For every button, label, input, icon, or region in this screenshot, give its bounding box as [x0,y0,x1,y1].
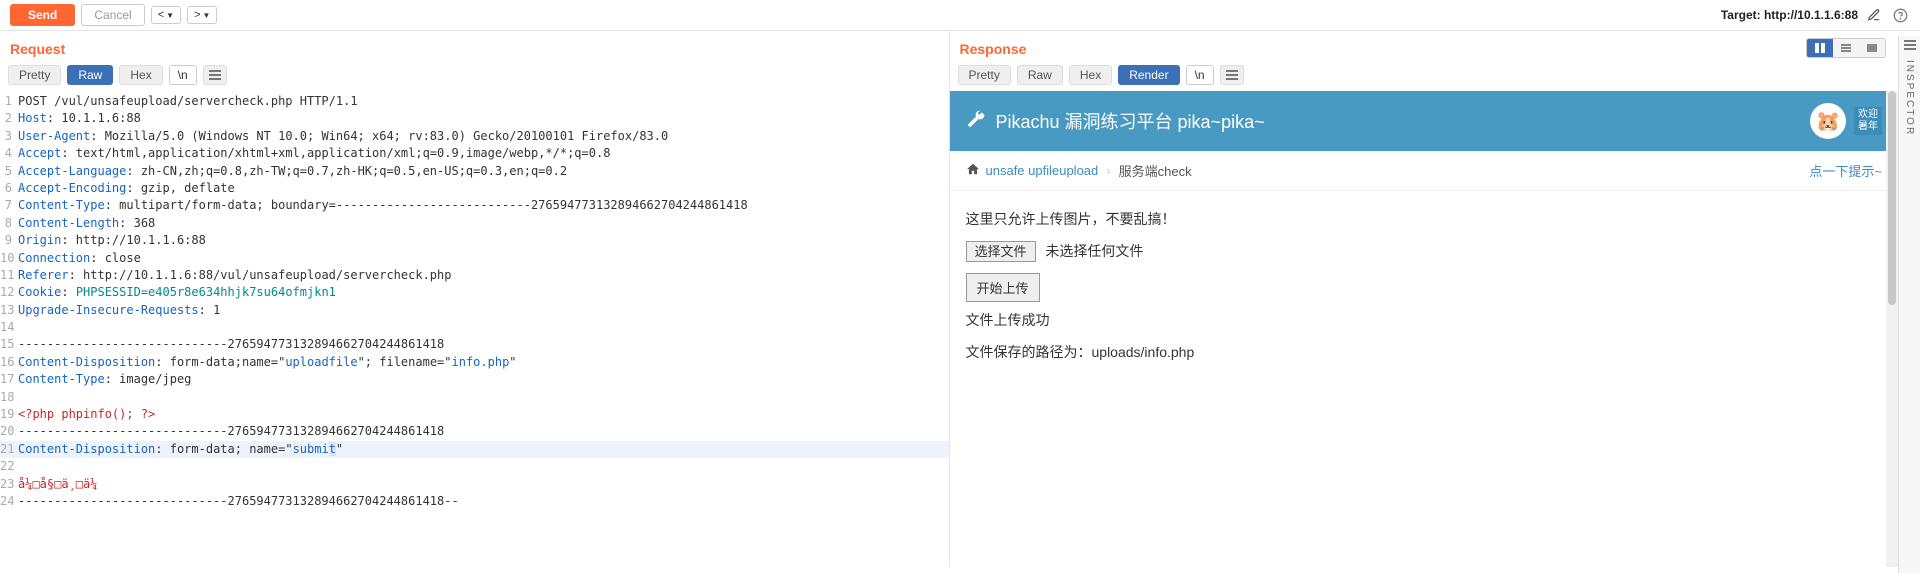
code-line[interactable]: 5Accept-Language: zh-CN,zh;q=0.8,zh-TW;q… [0,163,949,180]
code-line[interactable]: 3User-Agent: Mozilla/5.0 (Windows NT 10.… [0,128,949,145]
code-line[interactable]: 20-----------------------------276594773… [0,423,949,440]
send-button[interactable]: Send [10,4,75,26]
code-line[interactable]: 19<?php phpinfo(); ?> [0,406,949,423]
cancel-button[interactable]: Cancel [81,4,144,26]
code-line[interactable]: 17Content-Type: image/jpeg [0,371,949,388]
response-title: Response [950,31,1037,65]
tab-raw[interactable]: Raw [1017,65,1063,85]
response-menu-icon[interactable] [1220,65,1244,85]
code-line[interactable]: 14 [0,319,949,336]
history-back-button[interactable]: <▼ [151,6,181,24]
code-line[interactable]: 16Content-Disposition: form-data;name="u… [0,354,949,371]
layout-toggle[interactable] [1806,38,1886,58]
layout-single-icon[interactable] [1859,39,1885,57]
response-panel: Response Pretty Raw Hex Render \n [950,30,1920,567]
request-body[interactable]: 1POST /vul/unsafeupload/servercheck.php … [0,91,949,567]
app-header: Pikachu 漏洞练习平台 pika~pika~ 🐹 欢迎暑年 [950,91,1899,151]
code-line[interactable]: 6Accept-Encoding: gzip, deflate [0,180,949,197]
success-text: 文件上传成功 [966,310,1883,330]
tab-pretty[interactable]: Pretty [8,65,61,85]
code-line[interactable]: 9Origin: http://10.1.1.6:88 [0,232,949,249]
request-tabs: Pretty Raw Hex \n [0,65,949,91]
code-line[interactable]: 11Referer: http://10.1.1.6:88/vul/unsafe… [0,267,949,284]
escape-toggle[interactable]: \n [169,65,197,85]
history-fwd-button[interactable]: >▼ [187,6,217,24]
render-body: 这里只允许上传图片，不要乱搞！ 选择文件 未选择任何文件 开始上传 文件上传成功… [950,191,1899,392]
app-title: Pikachu 漏洞练习平台 pika~pika~ [996,108,1265,134]
top-toolbar: Send Cancel <▼ >▼ Target: http://10.1.1.… [0,0,1920,30]
code-line[interactable]: 8Content-Length: 368 [0,215,949,232]
breadcrumb-link[interactable]: unsafe upfileupload [986,163,1099,178]
scrollbar[interactable] [1886,91,1898,567]
tab-hex[interactable]: Hex [1069,65,1112,85]
inspector-sidebar[interactable]: INSPECTOR [1898,36,1920,573]
layout-rows-icon[interactable] [1833,39,1859,57]
notice-text: 这里只允许上传图片，不要乱搞！ [966,209,1883,229]
edit-target-icon[interactable] [1864,5,1884,25]
breadcrumb-current: 服务端check [1119,161,1192,180]
home-icon[interactable] [966,162,980,180]
layout-columns-icon[interactable] [1807,39,1833,57]
code-line[interactable]: 21Content-Disposition: form-data; name="… [0,441,949,458]
chevron-right-icon: › [1106,163,1110,178]
hint-link[interactable]: 点一下提示~ [1809,161,1882,180]
code-line[interactable]: 1POST /vul/unsafeupload/servercheck.php … [0,93,949,110]
request-title: Request [0,31,949,65]
code-line[interactable]: 2Host: 10.1.1.6:88 [0,110,949,127]
code-line[interactable]: 12Cookie: PHPSESSID=e405r8e634hhjk7su64o… [0,284,949,301]
path-text: 文件保存的路径为：uploads/info.php [966,342,1883,362]
breadcrumb: unsafe upfileupload › 服务端check 点一下提示~ [950,151,1899,191]
escape-toggle[interactable]: \n [1186,65,1214,85]
help-icon[interactable] [1890,5,1910,25]
choose-file-button[interactable]: 选择文件 [966,241,1036,262]
response-tabs: Pretty Raw Hex Render \n [950,65,1899,91]
code-line[interactable]: 10Connection: close [0,250,949,267]
inspector-label: INSPECTOR [1904,60,1915,136]
target-label: Target: http://10.1.1.6:88 [1721,8,1858,22]
tab-render[interactable]: Render [1118,65,1179,85]
tab-raw[interactable]: Raw [67,65,113,85]
request-menu-icon[interactable] [203,65,227,85]
code-line[interactable]: 24-----------------------------276594773… [0,493,949,510]
request-panel: Request Pretty Raw Hex \n 1POST /vul/uns… [0,30,950,567]
code-line[interactable]: 13Upgrade-Insecure-Requests: 1 [0,302,949,319]
code-line[interactable]: 7Content-Type: multipart/form-data; boun… [0,197,949,214]
tab-pretty[interactable]: Pretty [958,65,1011,85]
render-view: Pikachu 漏洞练习平台 pika~pika~ 🐹 欢迎暑年 unsafe … [950,91,1899,567]
code-line[interactable]: 18 [0,389,949,406]
wrench-icon [966,109,986,134]
upload-button[interactable]: 开始上传 [966,273,1040,302]
code-line[interactable]: 22 [0,458,949,475]
code-line[interactable]: 23å¼□å§□ä¸□ä¼ [0,476,949,493]
welcome-badge: 欢迎暑年 [1854,107,1882,135]
code-line[interactable]: 15-----------------------------276594773… [0,336,949,353]
menu-icon[interactable] [1904,44,1916,46]
code-line[interactable]: 4Accept: text/html,application/xhtml+xml… [0,145,949,162]
no-file-text: 未选择任何文件 [1045,243,1143,259]
avatar: 🐹 [1810,103,1846,139]
tab-hex[interactable]: Hex [119,65,162,85]
